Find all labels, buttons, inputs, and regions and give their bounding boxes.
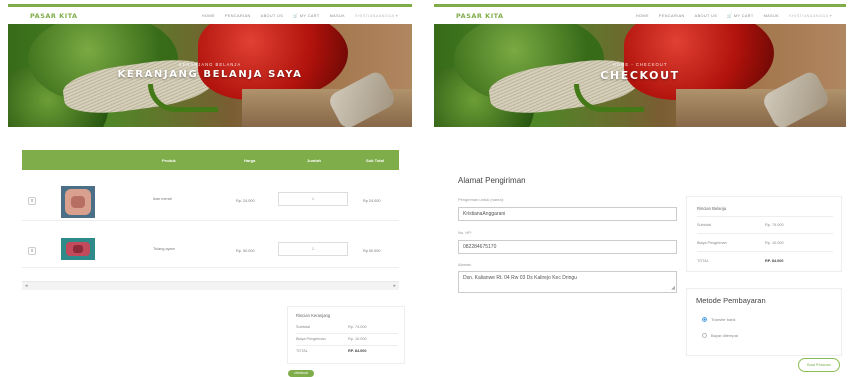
nav-item-cart[interactable]: 🛒 MY CART bbox=[293, 13, 319, 18]
scroll-right-icon[interactable]: ▸ bbox=[393, 283, 396, 289]
shipping-address-title: Alamat Pengiriman bbox=[458, 176, 526, 185]
payment-option-label: Bayar ditempat bbox=[711, 333, 738, 338]
address-value: Dsn. Kalianwe Rt. 04 Rw 03 Ds Kalirejo K… bbox=[463, 275, 577, 281]
summary-label: Biaya Pengiriman bbox=[296, 337, 326, 341]
user-menu[interactable]: KHISTIANAANGGA ▾ bbox=[789, 13, 832, 18]
nav-item-about[interactable]: ABOUT US bbox=[695, 14, 718, 18]
table-row: x Ikan merah Rp. 24.000 1 Rp 24.000 bbox=[22, 181, 399, 221]
nav-menu: HOME PENCARIAN ABOUT US 🛒 MY CART MASUK … bbox=[636, 13, 832, 19]
navbar: PASAR KITA HOME PENCARIAN ABOUT US 🛒 MY … bbox=[434, 7, 846, 24]
summary-total-value: RP. 84.000 bbox=[348, 349, 367, 353]
hero-caption: KERANJANG BELANJA KERANJANG BELANJA SAYA bbox=[8, 62, 412, 80]
phone-input[interactable]: 082284675170 bbox=[458, 240, 677, 254]
nav-item-home[interactable]: HOME bbox=[636, 14, 649, 18]
cart-icon: 🛒 bbox=[293, 14, 299, 18]
product-name: Tulang ayam bbox=[153, 247, 175, 251]
navbar: PASAR KITA HOME PENCARIAN ABOUT US 🛒 MY … bbox=[8, 7, 412, 24]
nav-menu: HOME PENCARIAN ABOUT US 🛒 MY CART MASUK … bbox=[202, 13, 398, 19]
summary-divider bbox=[296, 333, 398, 334]
user-menu[interactable]: KHISTIANAANGGA ▾ bbox=[355, 13, 398, 18]
summary-value: Rp. 74.000 bbox=[765, 223, 784, 227]
quantity-input[interactable]: 1 bbox=[278, 242, 348, 256]
hero-breadcrumb: HOME - CHECKOUT bbox=[612, 62, 668, 67]
hero-banner: KERANJANG BELANJA KERANJANG BELANJA SAYA bbox=[8, 24, 412, 127]
remove-item-button[interactable]: x bbox=[28, 247, 36, 255]
hero-caption: HOME - CHECKOUT CHECKOUT bbox=[434, 62, 846, 82]
quantity-input[interactable]: 1 bbox=[278, 192, 348, 206]
checkout-button[interactable]: checkout bbox=[288, 370, 314, 377]
remove-item-button[interactable]: x bbox=[28, 197, 36, 205]
payment-method-title: Metode Pembayaran bbox=[696, 296, 766, 305]
cart-summary-heading: Rincian Keranjang bbox=[296, 313, 331, 318]
radio-selected-icon[interactable] bbox=[702, 317, 707, 322]
summary-label: Biaya Pengiriman bbox=[697, 241, 727, 245]
summary-label: Subtotal bbox=[296, 325, 310, 329]
radio-unselected-icon[interactable] bbox=[702, 333, 707, 338]
product-thumbnail bbox=[61, 186, 95, 218]
product-subtotal: Rp 24.000 bbox=[363, 199, 381, 203]
checkout-summary-heading: Rincian Belanja bbox=[697, 206, 727, 211]
address-label: Alamat: bbox=[458, 262, 472, 267]
column-header-product: Produk bbox=[162, 157, 176, 163]
cart-summary-box: Rincian Keranjang Subtotal Rp. 74.000 Bi… bbox=[287, 306, 405, 364]
recipient-name-input[interactable]: KristianaAnggarani bbox=[458, 207, 677, 221]
table-row: x Tulang ayam Rp. 50.000 1 Rp 50.000 bbox=[22, 228, 399, 268]
summary-divider bbox=[697, 233, 833, 234]
payment-option-transfer[interactable]: Transfer bank bbox=[702, 317, 736, 322]
hero-banner: HOME - CHECKOUT CHECKOUT bbox=[434, 24, 846, 127]
brand-logo[interactable]: PASAR KITA bbox=[456, 12, 504, 20]
column-header-price: Harga bbox=[244, 157, 256, 163]
summary-divider bbox=[296, 345, 398, 346]
summary-value: Rp. 10.000 bbox=[765, 241, 784, 245]
summary-divider bbox=[697, 216, 833, 217]
resize-grip-icon[interactable]: ◢ bbox=[671, 286, 675, 291]
nav-item-cart-label: MY CART bbox=[299, 14, 320, 18]
nav-item-home[interactable]: HOME bbox=[202, 14, 215, 18]
product-price: Rp. 24.000 bbox=[236, 199, 255, 203]
cart-table-header: Produk Harga Jumlah Sub Total bbox=[22, 150, 399, 170]
hero-breadcrumb: KERANJANG BELANJA bbox=[178, 62, 242, 67]
recipient-name-label: Pengiriman untuk (nama): bbox=[458, 197, 505, 202]
nav-item-cart-label: MY CART bbox=[733, 14, 754, 18]
cart-icon: 🛒 bbox=[727, 14, 733, 18]
product-subtotal: Rp 50.000 bbox=[363, 249, 381, 253]
scroll-left-icon[interactable]: ◂ bbox=[25, 283, 28, 289]
checkout-summary-box: Rincian Belanja Subtotal Rp. 74.000 Biay… bbox=[686, 196, 842, 272]
payment-option-label: Transfer bank bbox=[711, 317, 736, 322]
address-textarea[interactable]: Dsn. Kalianwe Rt. 04 Rw 03 Ds Kalirejo K… bbox=[458, 271, 677, 293]
brand-logo[interactable]: PASAR KITA bbox=[30, 12, 78, 20]
product-price: Rp. 50.000 bbox=[236, 249, 255, 253]
product-thumbnail bbox=[61, 238, 95, 260]
hero-title: CHECKOUT bbox=[600, 69, 680, 82]
column-header-subtotal: Sub Total bbox=[366, 157, 384, 163]
nav-item-search[interactable]: PENCARIAN bbox=[225, 14, 251, 18]
phone-label: No. HP: bbox=[458, 230, 473, 235]
nav-item-login[interactable]: MASUK bbox=[330, 14, 346, 18]
nav-item-cart[interactable]: 🛒 MY CART bbox=[727, 13, 753, 18]
screenshot-stage: PASAR KITA HOME PENCARIAN ABOUT US 🛒 MY … bbox=[0, 0, 851, 377]
summary-value: Rp. 10.000 bbox=[348, 337, 367, 341]
product-name: Ikan merah bbox=[153, 197, 172, 201]
summary-total-value: RP. 84.000 bbox=[765, 259, 784, 263]
summary-value: Rp. 74.000 bbox=[348, 325, 367, 329]
nav-item-login[interactable]: MASUK bbox=[764, 14, 780, 18]
hero-title: KERANJANG BELANJA SAYA bbox=[117, 69, 303, 80]
summary-label: TOTAL bbox=[697, 259, 709, 263]
checkout-page: PASAR KITA HOME PENCARIAN ABOUT US 🛒 MY … bbox=[434, 4, 846, 377]
summary-label: Subtotal bbox=[697, 223, 711, 227]
nav-item-search[interactable]: PENCARIAN bbox=[659, 14, 685, 18]
summary-divider bbox=[697, 251, 833, 252]
nav-item-about[interactable]: ABOUT US bbox=[261, 14, 284, 18]
column-header-qty: Jumlah bbox=[307, 157, 322, 163]
summary-label: TOTAL bbox=[296, 349, 308, 353]
horizontal-scrollbar[interactable]: ◂ ▸ bbox=[22, 281, 399, 290]
place-order-button[interactable]: Buat Pesanan bbox=[798, 358, 840, 372]
payment-option-cod[interactable]: Bayar ditempat bbox=[702, 333, 738, 338]
